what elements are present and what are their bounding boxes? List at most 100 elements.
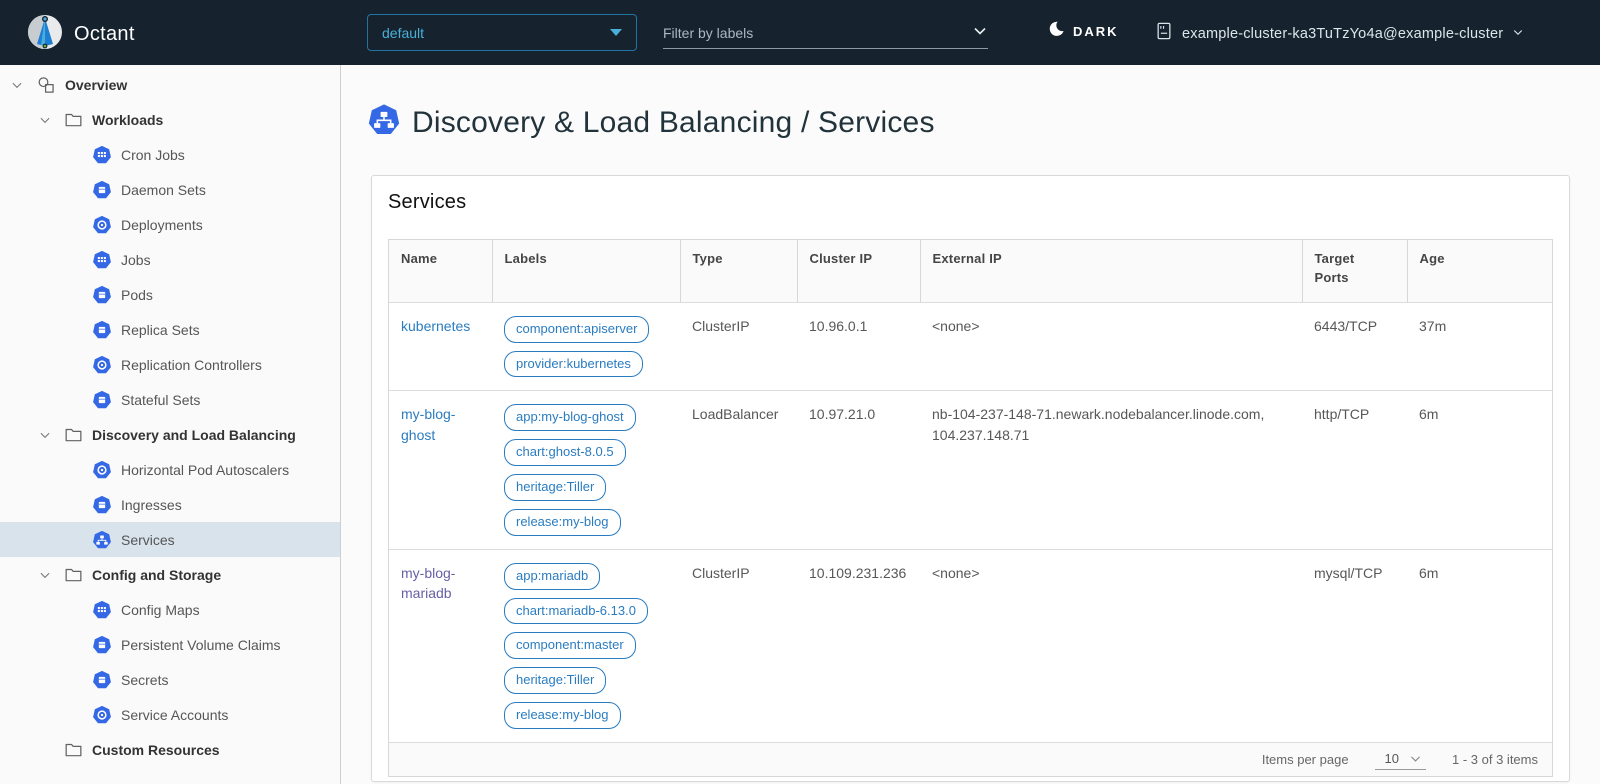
age: 6m bbox=[1407, 549, 1552, 742]
dark-mode-toggle[interactable]: DARK bbox=[1048, 20, 1119, 42]
sidebar-item-secrets[interactable]: Secrets bbox=[0, 662, 340, 697]
sidebar-item-service-accounts[interactable]: Service Accounts bbox=[0, 697, 340, 732]
label-badge: heritage:Tiller bbox=[504, 667, 606, 694]
target-ports: mysql/TCP bbox=[1302, 549, 1407, 742]
label-badge: app:my-blog-ghost bbox=[504, 404, 636, 431]
services-card: Services NameLabelsTypeCluster IPExterna… bbox=[371, 175, 1570, 782]
secrets-icon bbox=[92, 670, 112, 690]
sidebar-item-label: Deployments bbox=[121, 217, 203, 233]
sidebar-item-ingresses[interactable]: Ingresses bbox=[0, 487, 340, 522]
app-title: Octant bbox=[74, 23, 135, 46]
dropdown-caret-icon bbox=[610, 29, 622, 36]
sidebar-item-label: Overview bbox=[65, 77, 127, 93]
sidebar-item-custom-resources[interactable]: Custom Resources bbox=[0, 732, 340, 767]
label-badge: component:apiserver bbox=[504, 316, 649, 343]
label-badge: provider:kubernetes bbox=[504, 351, 643, 378]
service-name-link[interactable]: kubernetes bbox=[401, 318, 470, 334]
sidebar-item-label: Config and Storage bbox=[92, 567, 221, 583]
caret-down-icon[interactable] bbox=[10, 78, 24, 92]
dark-mode-label: DARK bbox=[1073, 24, 1119, 39]
sidebar-item-label: Config Maps bbox=[121, 602, 200, 618]
sidebar-item-overview[interactable]: Overview bbox=[0, 67, 340, 102]
replica-sets-icon bbox=[92, 320, 112, 340]
service-accounts-icon bbox=[92, 705, 112, 725]
column-header-external-ip: External IP bbox=[920, 240, 1302, 302]
page-size-select[interactable]: 10 bbox=[1375, 749, 1426, 770]
table-row: my-blog-ghost app:my-blog-ghost chart:ghos… bbox=[389, 391, 1552, 549]
column-header-age: Age bbox=[1407, 240, 1552, 302]
pods-icon bbox=[92, 285, 112, 305]
sidebar-item-label: Replica Sets bbox=[121, 322, 200, 338]
label-badge: chart:ghost-8.0.5 bbox=[504, 439, 626, 466]
brand: Octant bbox=[26, 13, 135, 56]
label-badge: app:mariadb bbox=[504, 563, 600, 590]
sidebar-item-pods[interactable]: Pods bbox=[0, 277, 340, 312]
service-name-link[interactable]: my-blog-ghost bbox=[401, 406, 455, 442]
overview-icon bbox=[36, 75, 56, 95]
jobs-icon bbox=[92, 250, 112, 270]
service-type: LoadBalancer bbox=[680, 391, 797, 549]
cluster-selector[interactable]: example-cluster-ka3TuTzYo4a@example-clus… bbox=[1155, 21, 1524, 46]
target-ports: 6443/TCP bbox=[1302, 302, 1407, 391]
cluster-ip: 10.96.0.1 bbox=[797, 302, 920, 391]
sidebar-item-discovery-and-load-balancing[interactable]: Discovery and Load Balancing bbox=[0, 417, 340, 452]
namespace-dropdown[interactable]: default bbox=[367, 14, 637, 51]
moon-icon bbox=[1048, 20, 1065, 42]
services-icon bbox=[92, 530, 112, 550]
chevron-down-icon bbox=[1512, 25, 1524, 43]
age: 37m bbox=[1407, 302, 1552, 391]
cron-jobs-icon bbox=[92, 145, 112, 165]
label-filter-input[interactable]: Filter by labels bbox=[663, 18, 988, 49]
main-content: Discovery & Load Balancing / Services Se… bbox=[341, 65, 1600, 784]
table-body: kubernetes component:apiserver provider:ku… bbox=[389, 302, 1552, 742]
caret-down-icon[interactable] bbox=[38, 113, 52, 127]
target-ports: http/TCP bbox=[1302, 391, 1407, 549]
sidebar-item-label: Ingresses bbox=[121, 497, 182, 513]
page-title: Discovery & Load Balancing / Services bbox=[412, 106, 935, 140]
sidebar-item-label: Cron Jobs bbox=[121, 147, 185, 163]
persistent-volume-claims-icon bbox=[92, 635, 112, 655]
horizontal-pod-autoscalers-icon bbox=[92, 460, 112, 480]
table-header-row: NameLabelsTypeCluster IPExternal IPTarge… bbox=[389, 240, 1552, 302]
pagination-range: 1 - 3 of 3 items bbox=[1452, 752, 1538, 767]
label-badge: release:my-blog bbox=[504, 702, 621, 729]
sidebar-item-workloads[interactable]: Workloads bbox=[0, 102, 340, 137]
deployments-icon bbox=[92, 215, 112, 235]
config-maps-icon bbox=[92, 600, 112, 620]
sidebar-item-label: Services bbox=[121, 532, 175, 548]
column-header-type: Type bbox=[680, 240, 797, 302]
sidebar-item-daemon-sets[interactable]: Daemon Sets bbox=[0, 172, 340, 207]
cluster-name: example-cluster-ka3TuTzYo4a@example-clus… bbox=[1182, 26, 1503, 42]
sidebar-item-persistent-volume-claims[interactable]: Persistent Volume Claims bbox=[0, 627, 340, 662]
sidebar-item-services[interactable]: Services bbox=[0, 522, 340, 557]
service-type: ClusterIP bbox=[680, 302, 797, 391]
sidebar-item-label: Workloads bbox=[92, 112, 163, 128]
service-name-link[interactable]: my-blog-mariadb bbox=[401, 565, 455, 601]
sidebar-item-label: Replication Controllers bbox=[121, 357, 262, 373]
cluster-icon bbox=[1155, 21, 1173, 46]
sidebar-item-label: Secrets bbox=[121, 672, 168, 688]
sidebar-item-deployments[interactable]: Deployments bbox=[0, 207, 340, 242]
sidebar-item-label: Pods bbox=[121, 287, 153, 303]
sidebar-item-label: Daemon Sets bbox=[121, 182, 206, 198]
label-badge: heritage:Tiller bbox=[504, 474, 606, 501]
namespace-value: default bbox=[382, 25, 610, 41]
sidebar-item-jobs[interactable]: Jobs bbox=[0, 242, 340, 277]
sidebar-item-config-maps[interactable]: Config Maps bbox=[0, 592, 340, 627]
sidebar-item-label: Jobs bbox=[121, 252, 151, 268]
octant-logo-icon bbox=[26, 13, 64, 56]
ingresses-icon bbox=[92, 495, 112, 515]
sidebar-item-replica-sets[interactable]: Replica Sets bbox=[0, 312, 340, 347]
sidebar-item-stateful-sets[interactable]: Stateful Sets bbox=[0, 382, 340, 417]
sidebar-item-config-and-storage[interactable]: Config and Storage bbox=[0, 557, 340, 592]
sidebar-item-cron-jobs[interactable]: Cron Jobs bbox=[0, 137, 340, 172]
folder-icon bbox=[64, 741, 83, 758]
caret-down-icon[interactable] bbox=[38, 568, 52, 582]
sidebar-item-horizontal-pod-autoscalers[interactable]: Horizontal Pod Autoscalers bbox=[0, 452, 340, 487]
caret-down-icon[interactable] bbox=[38, 428, 52, 442]
label-badge: component:master bbox=[504, 632, 636, 659]
external-ip: <none> bbox=[920, 302, 1302, 391]
sidebar-item-label: Stateful Sets bbox=[121, 392, 200, 408]
label-badge: release:my-blog bbox=[504, 509, 621, 536]
sidebar-item-replication-controllers[interactable]: Replication Controllers bbox=[0, 347, 340, 382]
